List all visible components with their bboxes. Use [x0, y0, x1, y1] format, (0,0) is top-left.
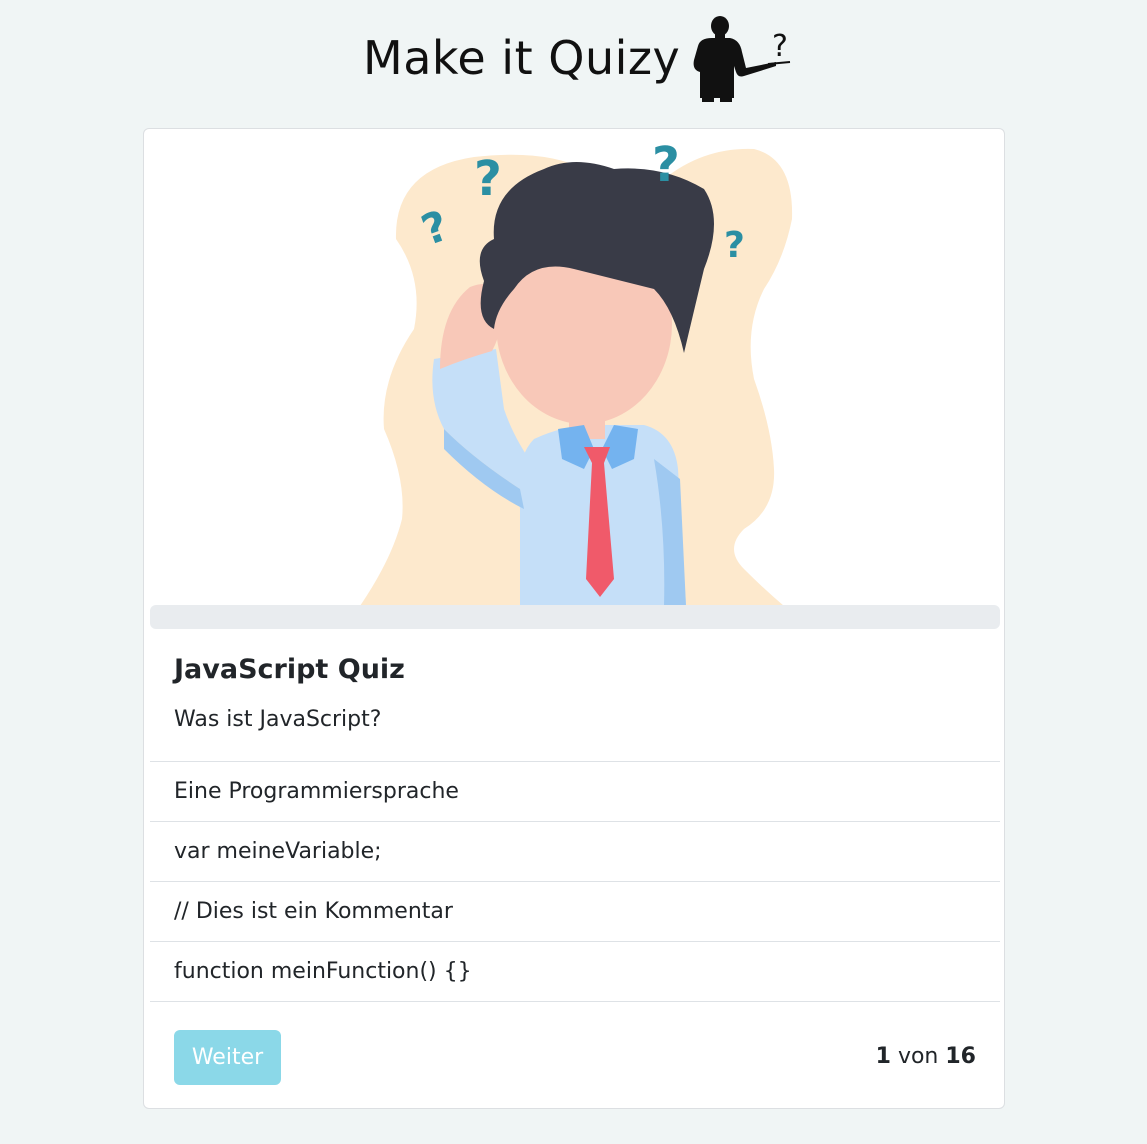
- header: Make it Quizy ?: [0, 0, 1147, 120]
- answer-option[interactable]: // Dies ist ein Kommentar: [150, 881, 1000, 941]
- illustration-question-mark: ?: [724, 225, 745, 266]
- logo-question-mark: ?: [772, 29, 788, 64]
- question-counter: 1 von 16: [876, 1044, 976, 1069]
- next-button[interactable]: Weiter: [174, 1030, 281, 1085]
- answer-option[interactable]: Eine Programmiersprache: [150, 761, 1000, 821]
- answer-option[interactable]: var meineVariable;: [150, 821, 1000, 881]
- quiz-card: ? ? ? ? JavaScript Quiz Was ist JavaScri…: [143, 128, 1005, 1109]
- current-question-number: 1: [875, 1044, 891, 1069]
- illustration-question-mark: ?: [474, 151, 502, 207]
- answer-option[interactable]: function meinFunction() {}: [150, 941, 1000, 1002]
- question-text: Was ist JavaScript?: [174, 707, 382, 732]
- quiz-title: JavaScript Quiz: [174, 654, 405, 685]
- total-questions-number: 16: [945, 1044, 976, 1069]
- thinking-man-illustration: ? ? ? ?: [360, 137, 793, 606]
- quiz-progress-bar: [150, 605, 1000, 629]
- answer-list: Eine Programmiersprache var meineVariabl…: [150, 761, 1000, 1002]
- counter-separator: von: [897, 1044, 939, 1069]
- app-title: Make it Quizy: [363, 31, 681, 85]
- quiz-presenter-icon: ?: [693, 16, 791, 102]
- illustration-question-mark: ?: [652, 137, 680, 193]
